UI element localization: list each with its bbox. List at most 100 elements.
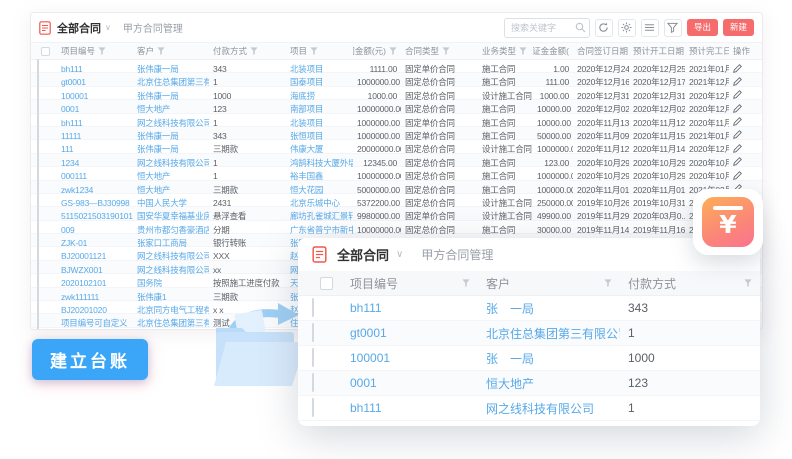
column-header[interactable]: 合同签订日期 (573, 45, 629, 57)
cell-link[interactable]: 张家口工商局 (133, 237, 209, 249)
cell-link[interactable]: 张恒项目 (286, 130, 353, 142)
row-checkbox[interactable] (312, 323, 314, 342)
cell-link[interactable]: BJ20001121 (57, 251, 133, 261)
cell-link[interactable]: 009 (57, 225, 133, 235)
cell-link[interactable]: 北京住总集团第三有限公司 (478, 325, 620, 342)
column-header[interactable]: 客户 (133, 45, 209, 57)
cell-link[interactable]: 北装项目 (286, 117, 353, 129)
column-header[interactable]: 项目 (286, 45, 353, 57)
cell-link[interactable]: 鸿鹄科技大厦外墙施工项目 (286, 157, 353, 169)
edit-icon[interactable] (733, 157, 742, 166)
cell-link[interactable]: 1234 (57, 158, 133, 168)
cell-link[interactable]: 0001 (57, 104, 133, 114)
table-row[interactable]: 100001张伟康一局1000海底捞1000.00固定总价合同设计施工合同100… (31, 87, 762, 100)
filter-icon[interactable] (250, 47, 258, 55)
cell-link[interactable]: 恒大地产 (133, 103, 209, 115)
select-all-checkbox[interactable] (41, 47, 50, 56)
table-row[interactable]: 009贵州市都匀香豪酒店服务有...分期广东省普宁市新中医医院...100000… (31, 221, 762, 234)
create-button[interactable]: 新建 (723, 19, 754, 36)
filter-icon[interactable] (310, 47, 318, 55)
table-row[interactable]: zwk1234恒大地产三期款恒大花园5000000.00固定总价合同施工合同10… (31, 181, 762, 194)
cell-link[interactable]: 伟康大厦 (286, 143, 353, 155)
edit-icon[interactable] (733, 171, 742, 180)
table-row[interactable]: bh111网之线科技有限公司1 (298, 396, 760, 421)
cell-link[interactable]: 恒大地产 (133, 184, 209, 196)
cell-link[interactable]: 北京乐城中心 (286, 197, 353, 209)
cell-link[interactable]: 网之线科技有限公司 (478, 400, 620, 417)
row-checkbox[interactable] (312, 348, 314, 367)
chevron-down-icon[interactable]: ∨ (396, 249, 403, 260)
row-checkbox[interactable] (312, 398, 314, 417)
table-row[interactable]: GS-983—BJ30998中国人民大学2431北京乐城中心5372200.00… (31, 194, 762, 207)
column-header[interactable]: 业务类型 (478, 45, 533, 57)
column-header[interactable]: 付款方式 (209, 45, 286, 57)
table-row[interactable]: gt0001北京住总集团第三有限公司1 (298, 321, 760, 346)
table-row[interactable]: 0001恒大地产123 (298, 371, 760, 396)
filter-button[interactable] (664, 19, 682, 37)
cell-link[interactable]: 裕丰国鑫 (286, 170, 353, 182)
cell-link[interactable]: 张 一局 (478, 350, 620, 367)
cell-link[interactable]: 张 一局 (478, 300, 620, 317)
row-checkbox[interactable] (37, 313, 39, 330)
filter-icon[interactable] (98, 47, 106, 55)
chevron-down-icon[interactable]: ∨ (105, 23, 111, 32)
row-checkbox[interactable] (312, 298, 314, 317)
table-row[interactable]: 0001恒大地产123南部项目10000000.00固定总价合同施工合同1000… (31, 100, 762, 113)
cell-link[interactable]: 海底捞 (286, 90, 353, 102)
cell-link[interactable]: zwk111111 (57, 292, 133, 302)
table-row[interactable]: bh111张伟康一局343北装项目1111.00固定单价合同施工合同1.0020… (31, 60, 762, 73)
cell-link[interactable]: 贵州市都匀香豪酒店服务有... (133, 224, 209, 236)
filter-icon[interactable] (442, 47, 450, 55)
column-header[interactable]: 预计开工日期 (629, 45, 685, 57)
column-header[interactable]: 付款方式 (620, 275, 760, 292)
filter-icon[interactable] (744, 279, 752, 287)
cell-link[interactable]: 11111 (57, 131, 133, 141)
filter-icon[interactable] (519, 47, 527, 55)
filter-icon[interactable] (157, 47, 165, 55)
cell-link[interactable]: 国安华夏幸福基业房地产... (133, 210, 209, 222)
cell-link[interactable]: 2020102101 (57, 278, 133, 288)
cell-link[interactable]: 0001 (342, 376, 478, 390)
cell-link[interactable]: 恒大地产 (478, 375, 620, 392)
edit-icon[interactable] (733, 104, 742, 113)
table-row[interactable]: 11111张伟康一局343张恒项目1000000.00固定单价合同施工合同500… (31, 127, 762, 140)
cell-link[interactable]: 网之线科技有限公司 (133, 157, 209, 169)
table-row[interactable]: gt0001北京住总集团第三有限公司1国泰项目1000000.00固定总价合同施… (31, 73, 762, 86)
cell-link[interactable]: 项目编号可自定义 (57, 317, 133, 329)
column-header[interactable]: 项目编号 (57, 45, 133, 57)
cell-link[interactable]: 中国人民大学 (133, 197, 209, 209)
cell-link[interactable]: 网之线科技有限公司 (133, 264, 209, 276)
table-row[interactable]: 5115021503190101国安华夏幸福基业房地产...悬浮查看廊坊孔雀城汇… (31, 207, 762, 220)
export-button[interactable]: 导出 (687, 19, 718, 36)
cell-link[interactable]: GS-983—BJ30998 (57, 198, 133, 208)
cell-link[interactable]: 100001 (342, 351, 478, 365)
cell-link[interactable]: 111 (57, 144, 133, 154)
cell-link[interactable]: zwk1234 (57, 185, 133, 195)
cell-link[interactable]: 广东省普宁市新中医医院... (286, 224, 353, 236)
cell-link[interactable]: 廊坊孔雀城汇景轩 (286, 210, 353, 222)
cell-link[interactable]: 张伟康一局 (133, 90, 209, 102)
cell-link[interactable]: 张伟康一局 (133, 63, 209, 75)
cell-link[interactable]: BJWZX001 (57, 265, 133, 275)
cell-link[interactable]: 北京住总集团第三有限公司 (133, 76, 209, 88)
edit-icon[interactable] (733, 117, 742, 126)
cell-link[interactable]: ZJK-01 (57, 238, 133, 248)
cell-link[interactable]: 100001 (57, 91, 133, 101)
filter-icon[interactable] (462, 279, 470, 287)
cell-link[interactable]: 国务院 (133, 277, 209, 289)
edit-icon[interactable] (733, 64, 742, 73)
filter-icon[interactable] (389, 47, 397, 55)
cell-link[interactable]: 000111 (57, 171, 133, 181)
cell-link[interactable]: 恒大地产 (133, 170, 209, 182)
columns-button[interactable] (641, 19, 659, 37)
search-icon[interactable] (575, 22, 586, 33)
cell-link[interactable]: gt0001 (342, 326, 478, 340)
settings-button[interactable] (618, 19, 636, 37)
cell-link[interactable]: 北京同方电气工程有限公司 (133, 304, 209, 316)
table-row[interactable]: bh111网之线科技有限公司1北装项目1000000.00固定单价合同施工合同1… (31, 114, 762, 127)
cell-link[interactable]: bh111 (57, 64, 133, 74)
table-row[interactable]: 100001张 一局1000 (298, 346, 760, 371)
cell-link[interactable]: bh111 (57, 118, 133, 128)
cell-link[interactable]: 5115021503190101 (57, 211, 133, 221)
column-header[interactable]: 合同类型 (401, 45, 478, 57)
